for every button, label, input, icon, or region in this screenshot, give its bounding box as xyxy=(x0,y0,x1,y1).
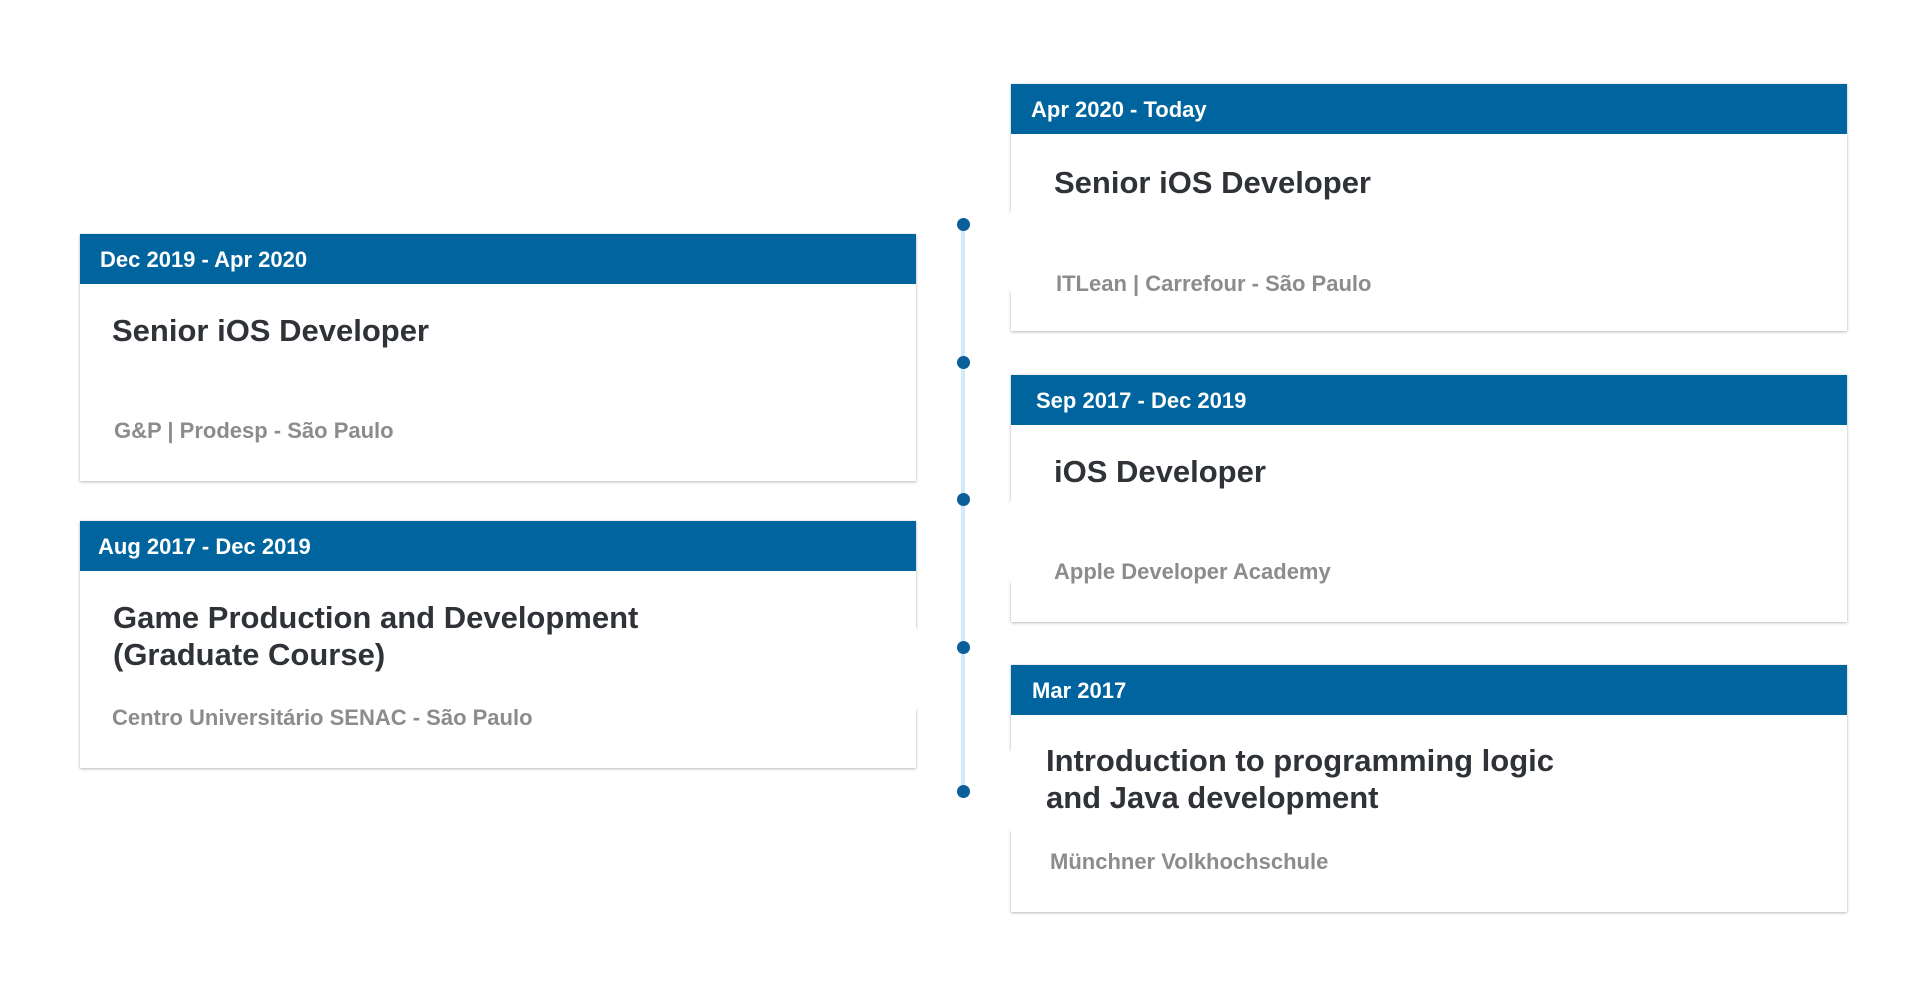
card-title: Game Production and Development (Graduat… xyxy=(113,600,639,672)
card-date: Aug 2017 - Dec 2019 xyxy=(80,521,916,571)
card-date: Mar 2017 xyxy=(1011,665,1847,715)
timeline-card: Aug 2017 - Dec 2019 Game Production and … xyxy=(80,521,916,768)
timeline-dot xyxy=(956,640,970,654)
card-title: iOS Developer xyxy=(1054,454,1266,489)
card-organization: Apple Developer Academy xyxy=(1054,559,1331,584)
timeline-card: Sep 2017 - Dec 2019 iOS Developer Apple … xyxy=(1011,375,1847,622)
card-organization: Centro Universitário SENAC - São Paulo xyxy=(112,705,533,730)
timeline-dot xyxy=(956,355,970,369)
card-organization: G&P | Prodesp - São Paulo xyxy=(114,418,394,443)
card-organization: Münchner Volkhochschule xyxy=(1050,849,1329,874)
timeline-dot xyxy=(956,784,970,798)
card-organization: ITLean | Carrefour - São Paulo xyxy=(1056,271,1372,296)
card-date: Apr 2020 - Today xyxy=(1011,84,1847,134)
timeline-dot xyxy=(956,492,970,506)
timeline-card: Mar 2017 Introduction to programming log… xyxy=(1011,665,1847,912)
experience-timeline: Apr 2020 - Today Senior iOS Developer IT… xyxy=(0,0,1920,1000)
timeline-axis xyxy=(961,223,965,793)
card-title: Introduction to programming logic and Ja… xyxy=(1046,743,1555,815)
timeline-card: Apr 2020 - Today Senior iOS Developer IT… xyxy=(1011,84,1847,331)
timeline-dot xyxy=(956,217,970,231)
card-date: Sep 2017 - Dec 2019 xyxy=(1011,375,1847,425)
card-date: Dec 2019 - Apr 2020 xyxy=(80,234,916,284)
card-title: Senior iOS Developer xyxy=(1054,165,1371,200)
timeline-card: Dec 2019 - Apr 2020 Senior iOS Developer… xyxy=(80,234,916,481)
card-title: Senior iOS Developer xyxy=(112,313,429,348)
